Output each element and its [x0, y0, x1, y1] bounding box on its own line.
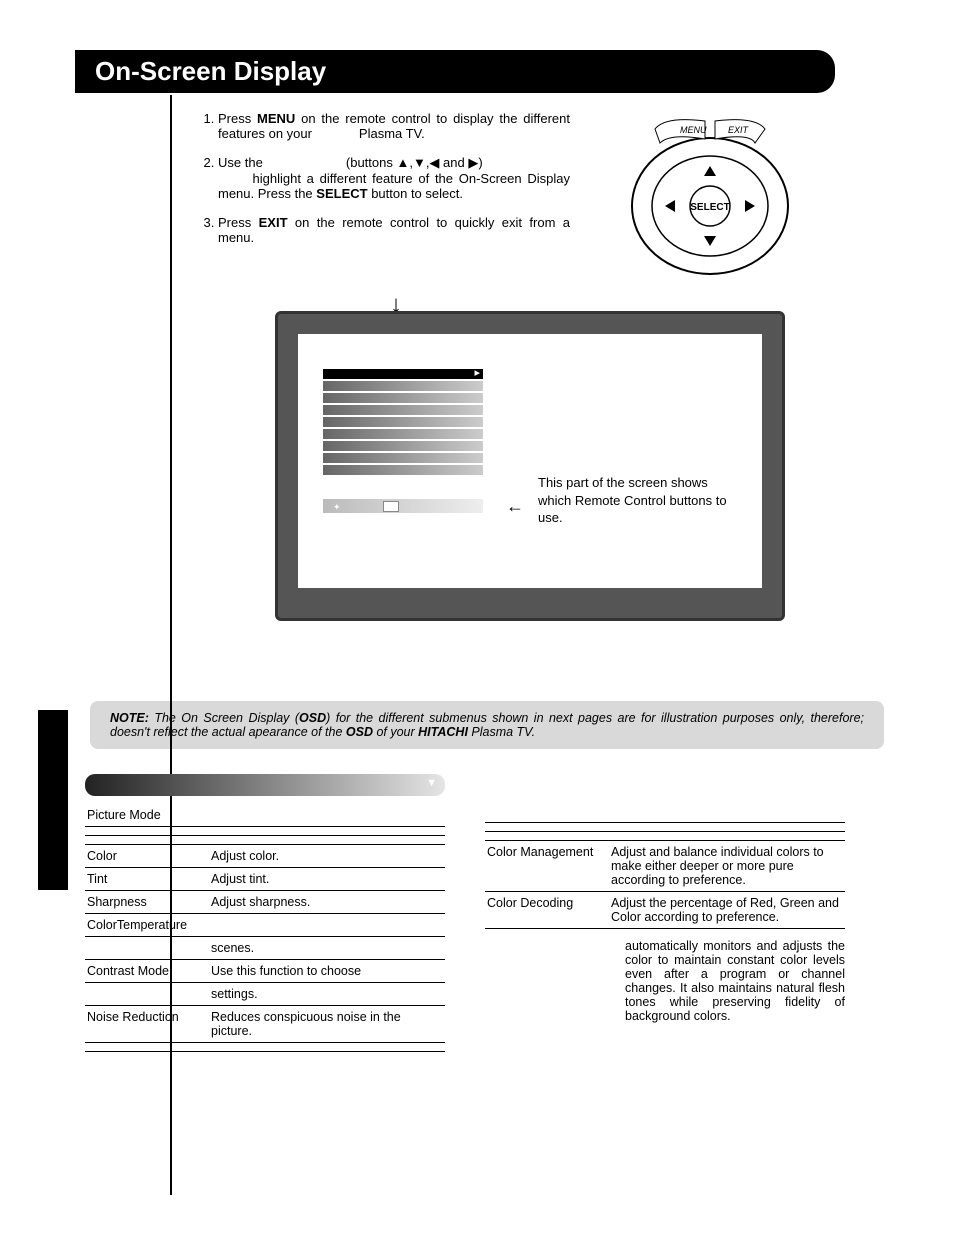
menu-header-pill	[85, 774, 445, 796]
setting-desc	[209, 804, 445, 827]
table-row: Contrast ModeUse this function to choose	[85, 960, 445, 983]
text: Use the	[218, 155, 263, 170]
text: Plasma TV.	[359, 126, 425, 141]
setting-desc: Adjust and balance individual colors to …	[609, 841, 845, 892]
setting-desc	[609, 814, 845, 823]
text: OSD	[346, 725, 373, 739]
setting-name: ColorTemperature	[85, 914, 209, 937]
manual-page: On-Screen Display Press MENU on the remo…	[0, 0, 954, 1235]
table-row	[485, 823, 845, 832]
setting-name	[85, 836, 209, 845]
setting-desc: Adjust color.	[209, 845, 445, 868]
setting-name	[485, 832, 609, 841]
setting-name	[485, 823, 609, 832]
table-row: ColorTemperature	[85, 914, 445, 937]
note-lead: NOTE:	[110, 711, 149, 725]
setting-name	[85, 983, 209, 1006]
setting-name: Tint	[85, 868, 209, 891]
menu-key: MENU	[257, 111, 295, 126]
right-settings-table: Color ManagementAdjust and balance indiv…	[485, 814, 845, 929]
table-row	[85, 827, 445, 836]
table-row: Color ManagementAdjust and balance indiv…	[485, 841, 845, 892]
table-row: Color DecodingAdjust the percentage of R…	[485, 892, 845, 929]
setting-desc	[609, 823, 845, 832]
setting-name	[85, 827, 209, 836]
vertical-rule	[170, 95, 172, 1195]
setting-name	[85, 937, 209, 960]
text: Press	[218, 215, 259, 230]
table-row: Noise ReductionReduces conspicuous noise…	[85, 1006, 445, 1043]
setting-name: Noise Reduction	[85, 1006, 209, 1043]
instruction-2: Use the (buttons ▲,▼,◀ and ▶) highlight …	[218, 155, 570, 201]
text: HITACHI	[418, 725, 468, 739]
setting-desc: scenes.	[209, 937, 445, 960]
tv-screen: ✦ ← This part of the screen shows which …	[298, 334, 762, 588]
setting-desc: Adjust the percentage of Red, Green and …	[609, 892, 845, 929]
table-row: ColorAdjust color.	[85, 845, 445, 868]
left-settings-table: Picture Mode ColorAdjust color.TintAdjust…	[85, 804, 445, 1052]
instruction-list: Press MENU on the remote control to disp…	[200, 111, 570, 281]
tv-illustration: ↓ ✦ ← This part of the screen shows whic…	[180, 301, 884, 681]
exit-button-label: EXIT	[728, 125, 750, 135]
setting-desc	[209, 914, 445, 937]
tv-frame: ✦ ← This part of the screen shows which …	[275, 311, 785, 621]
text: Plasma TV.	[468, 725, 535, 739]
table-row	[85, 1043, 445, 1052]
arrow-left-icon: ←	[506, 496, 524, 517]
select-key: SELECT	[316, 186, 367, 201]
osd-hint-bar: ✦	[323, 499, 483, 513]
table-row	[485, 814, 845, 823]
table-row	[85, 836, 445, 845]
setting-name: Color Decoding	[485, 892, 609, 929]
setting-desc: Reduces conspicuous noise in the picture…	[209, 1006, 445, 1043]
setting-desc: Use this function to choose	[209, 960, 445, 983]
setting-desc	[209, 836, 445, 845]
setting-desc	[209, 1043, 445, 1052]
setting-name: Picture Mode	[85, 804, 209, 827]
setting-desc: Adjust tint.	[209, 868, 445, 891]
tv-annotation: This part of the screen shows which Remo…	[538, 474, 738, 527]
text: OSD	[299, 711, 326, 725]
text: of your	[373, 725, 418, 739]
text: (buttons ▲,▼,◀ and ▶)	[346, 155, 483, 170]
side-tab	[38, 710, 68, 890]
table-row	[485, 832, 845, 841]
text: button to select.	[368, 186, 463, 201]
menu-button-label: MENU	[680, 125, 707, 135]
setting-desc: settings.	[209, 983, 445, 1006]
setting-name: Color Management	[485, 841, 609, 892]
setting-name: Sharpness	[85, 891, 209, 914]
exit-key: EXIT	[259, 215, 288, 230]
text: Press	[218, 111, 257, 126]
table-row: TintAdjust tint.	[85, 868, 445, 891]
table-row: SharpnessAdjust sharpness.	[85, 891, 445, 914]
text: The On Screen Display (	[154, 711, 299, 725]
setting-desc	[609, 832, 845, 841]
remote-diagram: SELECT MENU EXIT	[610, 111, 810, 281]
table-row: Picture Mode	[85, 804, 445, 827]
right-column: Color ManagementAdjust and balance indiv…	[485, 774, 845, 1052]
instruction-3: Press EXIT on the remote control to quic…	[218, 215, 570, 245]
setting-name	[85, 1043, 209, 1052]
table-row: settings.	[85, 983, 445, 1006]
select-label: SELECT	[690, 202, 729, 213]
setting-desc: Adjust sharpness.	[209, 891, 445, 914]
setting-name: Contrast Mode	[85, 960, 209, 983]
setting-name	[485, 814, 609, 823]
intro-row: Press MENU on the remote control to disp…	[200, 111, 884, 281]
instruction-1: Press MENU on the remote control to disp…	[218, 111, 570, 141]
note-box: NOTE: The On Screen Display (OSD) for th…	[90, 701, 884, 749]
setting-name: Color	[85, 845, 209, 868]
settings-columns: Picture ModeColorAdjust color.TintAdjust…	[85, 774, 884, 1052]
table-row: scenes.	[85, 937, 445, 960]
section-title: On-Screen Display	[75, 50, 835, 93]
right-paragraph: automatically monitors and adjusts the c…	[625, 939, 845, 1023]
left-column: Picture Mode ColorAdjust color.TintAdjust…	[85, 774, 445, 1052]
osd-menu	[323, 369, 483, 477]
setting-desc	[209, 827, 445, 836]
